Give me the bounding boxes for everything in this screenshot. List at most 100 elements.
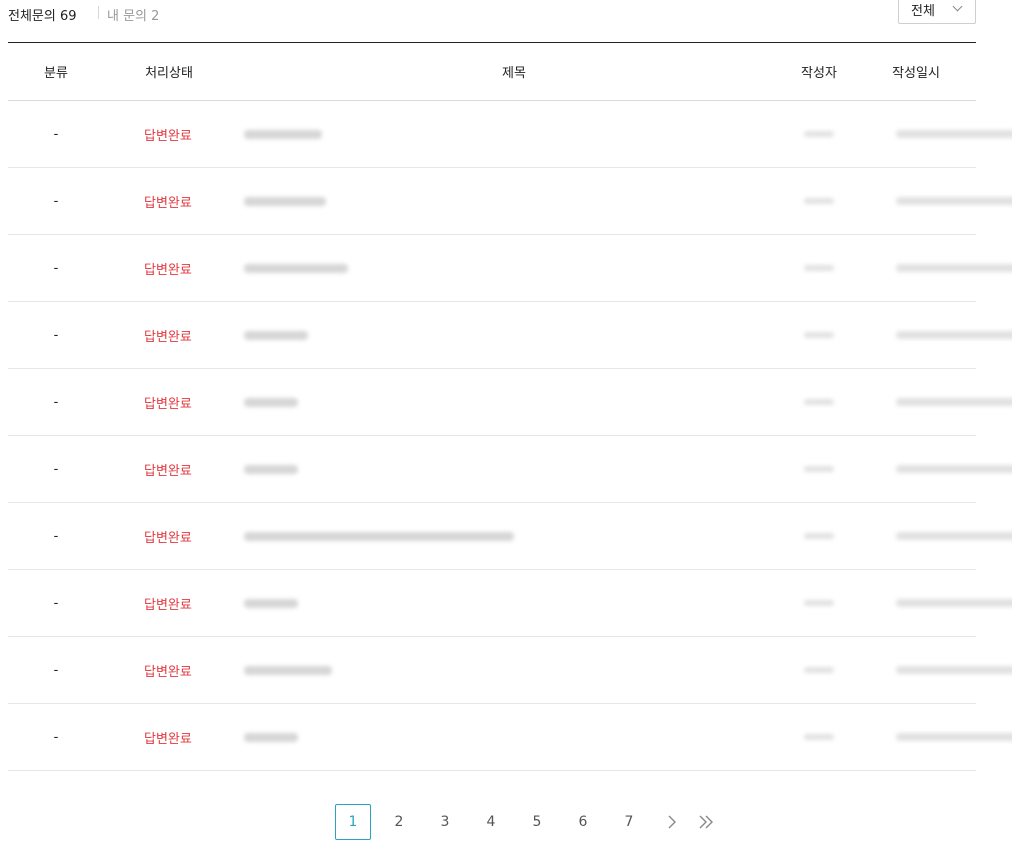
blurred-title bbox=[244, 129, 322, 139]
table-body: - 답변완료 - 답변완료 - 답변완료 - 답변완료 - 답변완료 - 답변완료 - 답변완료 - 답변완료… bbox=[8, 101, 1012, 771]
blurred-author bbox=[804, 600, 834, 606]
row-status: 답변완료 bbox=[144, 128, 192, 144]
row-date bbox=[856, 328, 1012, 343]
row-category: - bbox=[53, 126, 59, 142]
row-category: - bbox=[53, 729, 59, 745]
table-row[interactable]: - 답변완료 bbox=[8, 570, 1012, 637]
blurred-date bbox=[896, 733, 1012, 741]
blurred-date bbox=[896, 130, 1012, 138]
blurred-date bbox=[896, 197, 1012, 205]
row-title[interactable] bbox=[234, 261, 782, 276]
blurred-title bbox=[244, 732, 298, 742]
page-button-7[interactable]: 7 bbox=[611, 804, 647, 840]
blurred-title bbox=[244, 464, 298, 474]
row-title[interactable] bbox=[234, 596, 782, 611]
row-author bbox=[782, 395, 856, 410]
table-row[interactable]: - 답변완료 bbox=[8, 369, 1012, 436]
row-title[interactable] bbox=[234, 328, 782, 343]
blurred-date bbox=[896, 532, 1012, 540]
blurred-author bbox=[804, 332, 834, 338]
page-button-4[interactable]: 4 bbox=[473, 804, 509, 840]
chevron-right-icon[interactable] bbox=[657, 804, 687, 840]
page-button-3[interactable]: 3 bbox=[427, 804, 463, 840]
blurred-author bbox=[804, 466, 834, 472]
pagination: 1234567 bbox=[335, 804, 725, 840]
row-title[interactable] bbox=[234, 127, 782, 142]
row-date bbox=[856, 261, 1012, 276]
row-date bbox=[856, 663, 1012, 678]
row-author bbox=[782, 596, 856, 611]
row-title[interactable] bbox=[234, 529, 782, 544]
filter-selected-label: 전체 bbox=[911, 3, 935, 19]
row-category: - bbox=[53, 662, 59, 678]
blurred-author bbox=[804, 198, 834, 204]
row-date bbox=[856, 730, 1012, 745]
row-status: 답변완료 bbox=[144, 195, 192, 211]
category-filter-select[interactable]: 전체 bbox=[898, 0, 976, 24]
header-author: 작성자 bbox=[801, 66, 837, 81]
row-title[interactable] bbox=[234, 730, 782, 745]
row-date bbox=[856, 596, 1012, 611]
blurred-date bbox=[896, 398, 1012, 406]
row-author bbox=[782, 127, 856, 142]
row-status: 답변완료 bbox=[144, 329, 192, 345]
row-category: - bbox=[53, 461, 59, 477]
row-status: 답변완료 bbox=[144, 664, 192, 680]
table-row[interactable]: - 답변완료 bbox=[8, 503, 1012, 570]
chevron-down-icon bbox=[952, 1, 963, 12]
page-button-6[interactable]: 6 bbox=[565, 804, 601, 840]
row-date bbox=[856, 529, 1012, 544]
table-row[interactable]: - 답변완료 bbox=[8, 436, 1012, 503]
page-button-1[interactable]: 1 bbox=[335, 804, 371, 840]
row-title[interactable] bbox=[234, 194, 782, 209]
page-button-2[interactable]: 2 bbox=[381, 804, 417, 840]
row-status: 답변완료 bbox=[144, 530, 192, 546]
blurred-title bbox=[244, 263, 348, 273]
blurred-title bbox=[244, 196, 326, 206]
double-chevron-right-icon[interactable] bbox=[691, 804, 721, 840]
blurred-author bbox=[804, 265, 834, 271]
blurred-author bbox=[804, 734, 834, 740]
blurred-author bbox=[804, 667, 834, 673]
list-header: 전체문의 69 내 문의 2 전체 bbox=[8, 0, 976, 26]
blurred-author bbox=[804, 399, 834, 405]
row-category: - bbox=[53, 394, 59, 410]
table-header: 분류 처리상태 제목 작성자 작성일시 bbox=[8, 43, 976, 101]
blurred-author bbox=[804, 131, 834, 137]
table-row[interactable]: - 답변완료 bbox=[8, 704, 1012, 771]
table-row[interactable]: - 답변완료 bbox=[8, 302, 1012, 369]
row-category: - bbox=[53, 260, 59, 276]
inquiry-table: 분류 처리상태 제목 작성자 작성일시 - 답변완료 - 답변완료 - 답변완료 - 답변완료… bbox=[8, 42, 1012, 771]
row-date bbox=[856, 462, 1012, 477]
blurred-title bbox=[244, 397, 298, 407]
table-row[interactable]: - 답변완료 bbox=[8, 235, 1012, 302]
blurred-title bbox=[244, 598, 298, 608]
tab-all-inquiries[interactable]: 전체문의 69 bbox=[8, 5, 77, 24]
row-status: 답변완료 bbox=[144, 463, 192, 479]
row-author bbox=[782, 529, 856, 544]
blurred-date bbox=[896, 666, 1012, 674]
table-row[interactable]: - 답변완료 bbox=[8, 637, 1012, 704]
blurred-title bbox=[244, 665, 332, 675]
blurred-date bbox=[896, 465, 1012, 473]
row-category: - bbox=[53, 193, 59, 209]
blurred-author bbox=[804, 533, 834, 539]
table-row[interactable]: - 답변완료 bbox=[8, 168, 1012, 235]
row-author bbox=[782, 261, 856, 276]
row-status: 답변완료 bbox=[144, 731, 192, 747]
row-title[interactable] bbox=[234, 663, 782, 678]
blurred-title bbox=[244, 330, 308, 340]
row-category: - bbox=[53, 327, 59, 343]
tab-my-inquiries[interactable]: 내 문의 2 bbox=[107, 5, 159, 24]
page-button-5[interactable]: 5 bbox=[519, 804, 555, 840]
row-date bbox=[856, 395, 1012, 410]
row-category: - bbox=[53, 595, 59, 611]
table-row[interactable]: - 답변완료 bbox=[8, 101, 1012, 168]
row-title[interactable] bbox=[234, 462, 782, 477]
blurred-date bbox=[896, 331, 1012, 339]
row-title[interactable] bbox=[234, 395, 782, 410]
row-category: - bbox=[53, 528, 59, 544]
row-status: 답변완료 bbox=[144, 262, 192, 278]
row-author bbox=[782, 194, 856, 209]
row-author bbox=[782, 663, 856, 678]
